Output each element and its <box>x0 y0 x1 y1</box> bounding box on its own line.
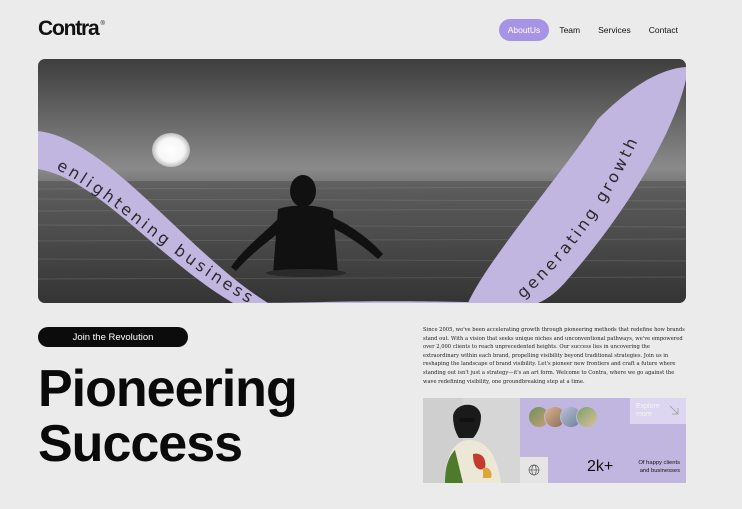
explore-more-label: Explore more <box>636 403 660 418</box>
client-avatars <box>528 406 598 428</box>
nav-about-us[interactable]: AboutUs <box>498 19 550 41</box>
headline-line-1: Pioneering <box>38 360 298 418</box>
client-count: 2k+ <box>587 458 614 475</box>
explore-more-button[interactable]: Explore more <box>630 398 686 424</box>
about-paragraph: Since 2005, we've been accelerating grow… <box>423 327 685 385</box>
main-nav: AboutUs Team Services Contact <box>498 19 686 41</box>
headline-line-2: Success <box>38 415 243 473</box>
brand-logo[interactable]: Contra ® <box>38 17 105 41</box>
client-count-label-line-1: Of happy clients <box>638 460 680 466</box>
avatar <box>576 406 598 428</box>
portrait-photo <box>423 398 520 483</box>
brand-logo-text: Contra <box>38 17 100 40</box>
nav-contact[interactable]: Contact <box>641 19 686 41</box>
stats-card: Explore more 2k+ Of happy clients and bu… <box>423 398 686 483</box>
globe-button[interactable] <box>520 457 548 483</box>
client-count-label-line-2: and businesses <box>639 467 680 474</box>
join-revolution-button[interactable]: Join the Revolution <box>38 327 188 347</box>
hero-image: enlightening business generating growth <box>38 59 686 303</box>
globe-icon <box>528 464 540 476</box>
stats-panel: Explore more 2k+ Of happy clients and bu… <box>520 398 686 483</box>
client-count-label: Of happy clients and businesses <box>638 460 680 475</box>
arrow-down-right-icon <box>669 405 679 415</box>
page-headline: Pioneering Success <box>38 360 298 473</box>
registered-mark: ® <box>100 21 105 27</box>
nav-team[interactable]: Team <box>551 19 588 41</box>
sun <box>152 133 190 167</box>
nav-services[interactable]: Services <box>590 19 639 41</box>
